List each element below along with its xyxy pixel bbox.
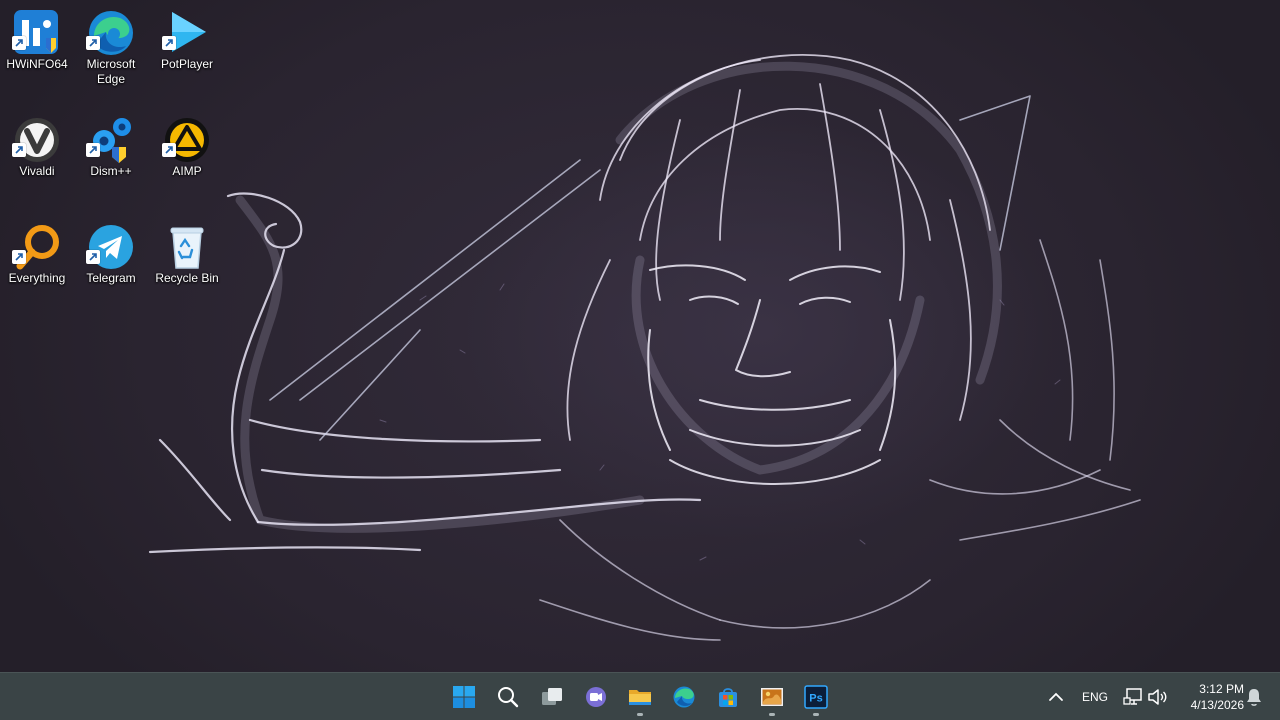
- potplayer-icon: [162, 8, 212, 58]
- photoshop-icon: Ps: [804, 685, 828, 709]
- viking-sketch-artwork: [148, 54, 1141, 641]
- clock-date: 4/13/2026: [1190, 698, 1244, 712]
- shortcut-arrow-icon: [12, 36, 26, 50]
- notifications-button[interactable]: [1240, 677, 1268, 717]
- shortcut-arrow-icon: [12, 250, 26, 264]
- svg-text:Ps: Ps: [809, 693, 822, 705]
- desktop-icon-label: AIMP: [172, 164, 202, 178]
- search-icon: [498, 687, 519, 708]
- telegram-icon: [86, 222, 136, 272]
- chat-button[interactable]: [576, 677, 616, 717]
- running-indicator: [769, 713, 775, 716]
- desktop-icon-label: Dism++: [90, 164, 132, 178]
- store-button[interactable]: [708, 677, 748, 717]
- desktop-icon-vivaldi[interactable]: Vivaldi: [0, 107, 74, 203]
- shortcut-arrow-icon: [86, 36, 100, 50]
- vivaldi-icon: [12, 115, 62, 165]
- desktop-icon-telegram[interactable]: Telegram: [74, 214, 148, 310]
- shortcut-arrow-icon: [86, 143, 100, 157]
- show-hidden-icons-button[interactable]: [1040, 677, 1072, 717]
- desktop-icon-label: Vivaldi: [19, 164, 55, 178]
- shortcut-arrow-icon: [12, 143, 26, 157]
- file-explorer-button[interactable]: [620, 677, 660, 717]
- clock-time: 3:12 PM: [1199, 682, 1244, 696]
- running-indicator: [637, 713, 643, 716]
- desktop-icon-recycle-bin[interactable]: Recycle Bin: [150, 214, 224, 310]
- teams-chat-icon: [586, 687, 606, 707]
- edge-taskbar-button[interactable]: [664, 677, 704, 717]
- image-viewer-icon: [761, 688, 783, 706]
- desktop-icon-label: Recycle Bin: [155, 271, 219, 285]
- desktop-icon-label: Telegram: [86, 271, 136, 285]
- running-indicator: [813, 713, 819, 716]
- taskbar: Ps ENG 3:12 PM 4/13/2026: [0, 672, 1280, 720]
- start-button[interactable]: [444, 677, 484, 717]
- desktop-icon-aimp[interactable]: AIMP: [150, 107, 224, 203]
- bell-icon: [1247, 689, 1261, 706]
- desktop-wallpaper: [0, 0, 1280, 672]
- speaker-icon: [1148, 689, 1167, 705]
- desktop-icon-label: Microsoft Edge: [86, 57, 136, 86]
- recycle-bin-icon: [162, 222, 212, 272]
- everything-icon: [12, 222, 62, 272]
- shortcut-arrow-icon: [86, 250, 100, 264]
- desktop-icon-hwinfo64[interactable]: HWiNFO64: [0, 0, 74, 96]
- hwinfo-icon: [12, 8, 62, 58]
- aimp-icon: [162, 115, 212, 165]
- task-view-icon: [542, 688, 562, 705]
- chevron-up-icon: [1049, 692, 1063, 701]
- desktop-icon-everything[interactable]: Everything: [0, 214, 74, 310]
- desktop-icon-label: HWiNFO64: [6, 57, 68, 71]
- desktop-icon-microsoft-edge[interactable]: Microsoft Edge: [74, 0, 148, 96]
- edge-icon: [86, 8, 136, 58]
- shortcut-arrow-icon: [162, 36, 176, 50]
- windows-start-icon: [453, 686, 475, 708]
- task-view-button[interactable]: [532, 677, 572, 717]
- desktop-icon-label: PotPlayer: [160, 57, 214, 71]
- volume-button[interactable]: [1142, 677, 1172, 717]
- store-icon: [719, 688, 737, 707]
- folder-icon: [629, 690, 651, 705]
- desktop-icon-dism[interactable]: Dism++: [74, 107, 148, 203]
- shortcut-arrow-icon: [162, 143, 176, 157]
- photo-viewer-button[interactable]: [752, 677, 792, 717]
- clock[interactable]: 3:12 PM 4/13/2026: [1176, 681, 1244, 713]
- desktop-icon-potplayer[interactable]: PotPlayer: [150, 0, 224, 96]
- search-button[interactable]: [488, 677, 528, 717]
- language-indicator[interactable]: ENG: [1082, 690, 1108, 704]
- desktop-icon-label: Everything: [8, 271, 66, 285]
- edge-icon: [673, 686, 695, 708]
- photoshop-button[interactable]: Ps: [796, 677, 836, 717]
- dism-icon: [86, 115, 136, 165]
